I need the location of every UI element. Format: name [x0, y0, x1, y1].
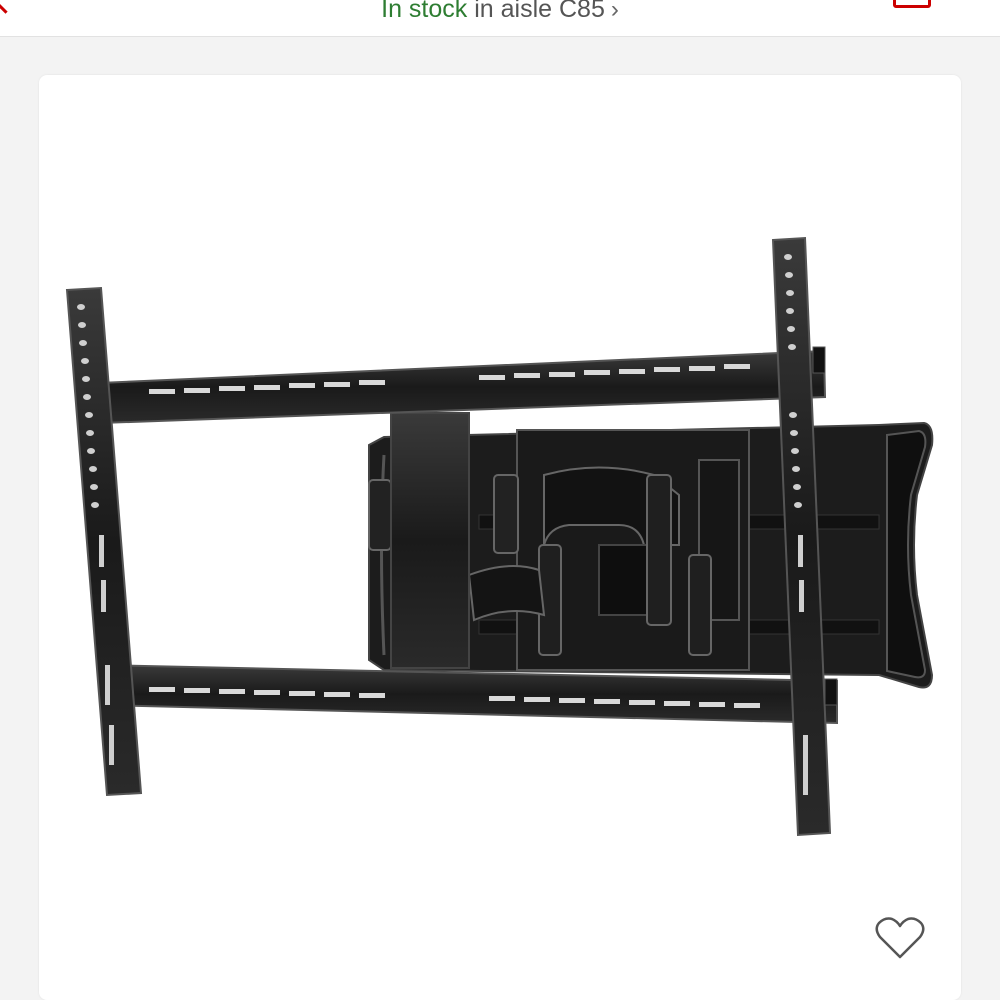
tv-wall-mount-image[interactable] [39, 75, 961, 1000]
top-bar: In stock in aisle C85 › [0, 0, 1000, 37]
favorite-button[interactable] [870, 910, 930, 966]
aisle-location: in aisle C85 [474, 0, 605, 23]
store-availability[interactable]: In stock in aisle C85 › [0, 0, 1000, 27]
chevron-right-icon: › [610, 0, 619, 23]
cart-icon[interactable] [893, 0, 931, 8]
product-image-card[interactable] [39, 75, 961, 1000]
heart-outline-icon [875, 917, 925, 959]
stock-status: In stock [381, 0, 468, 23]
